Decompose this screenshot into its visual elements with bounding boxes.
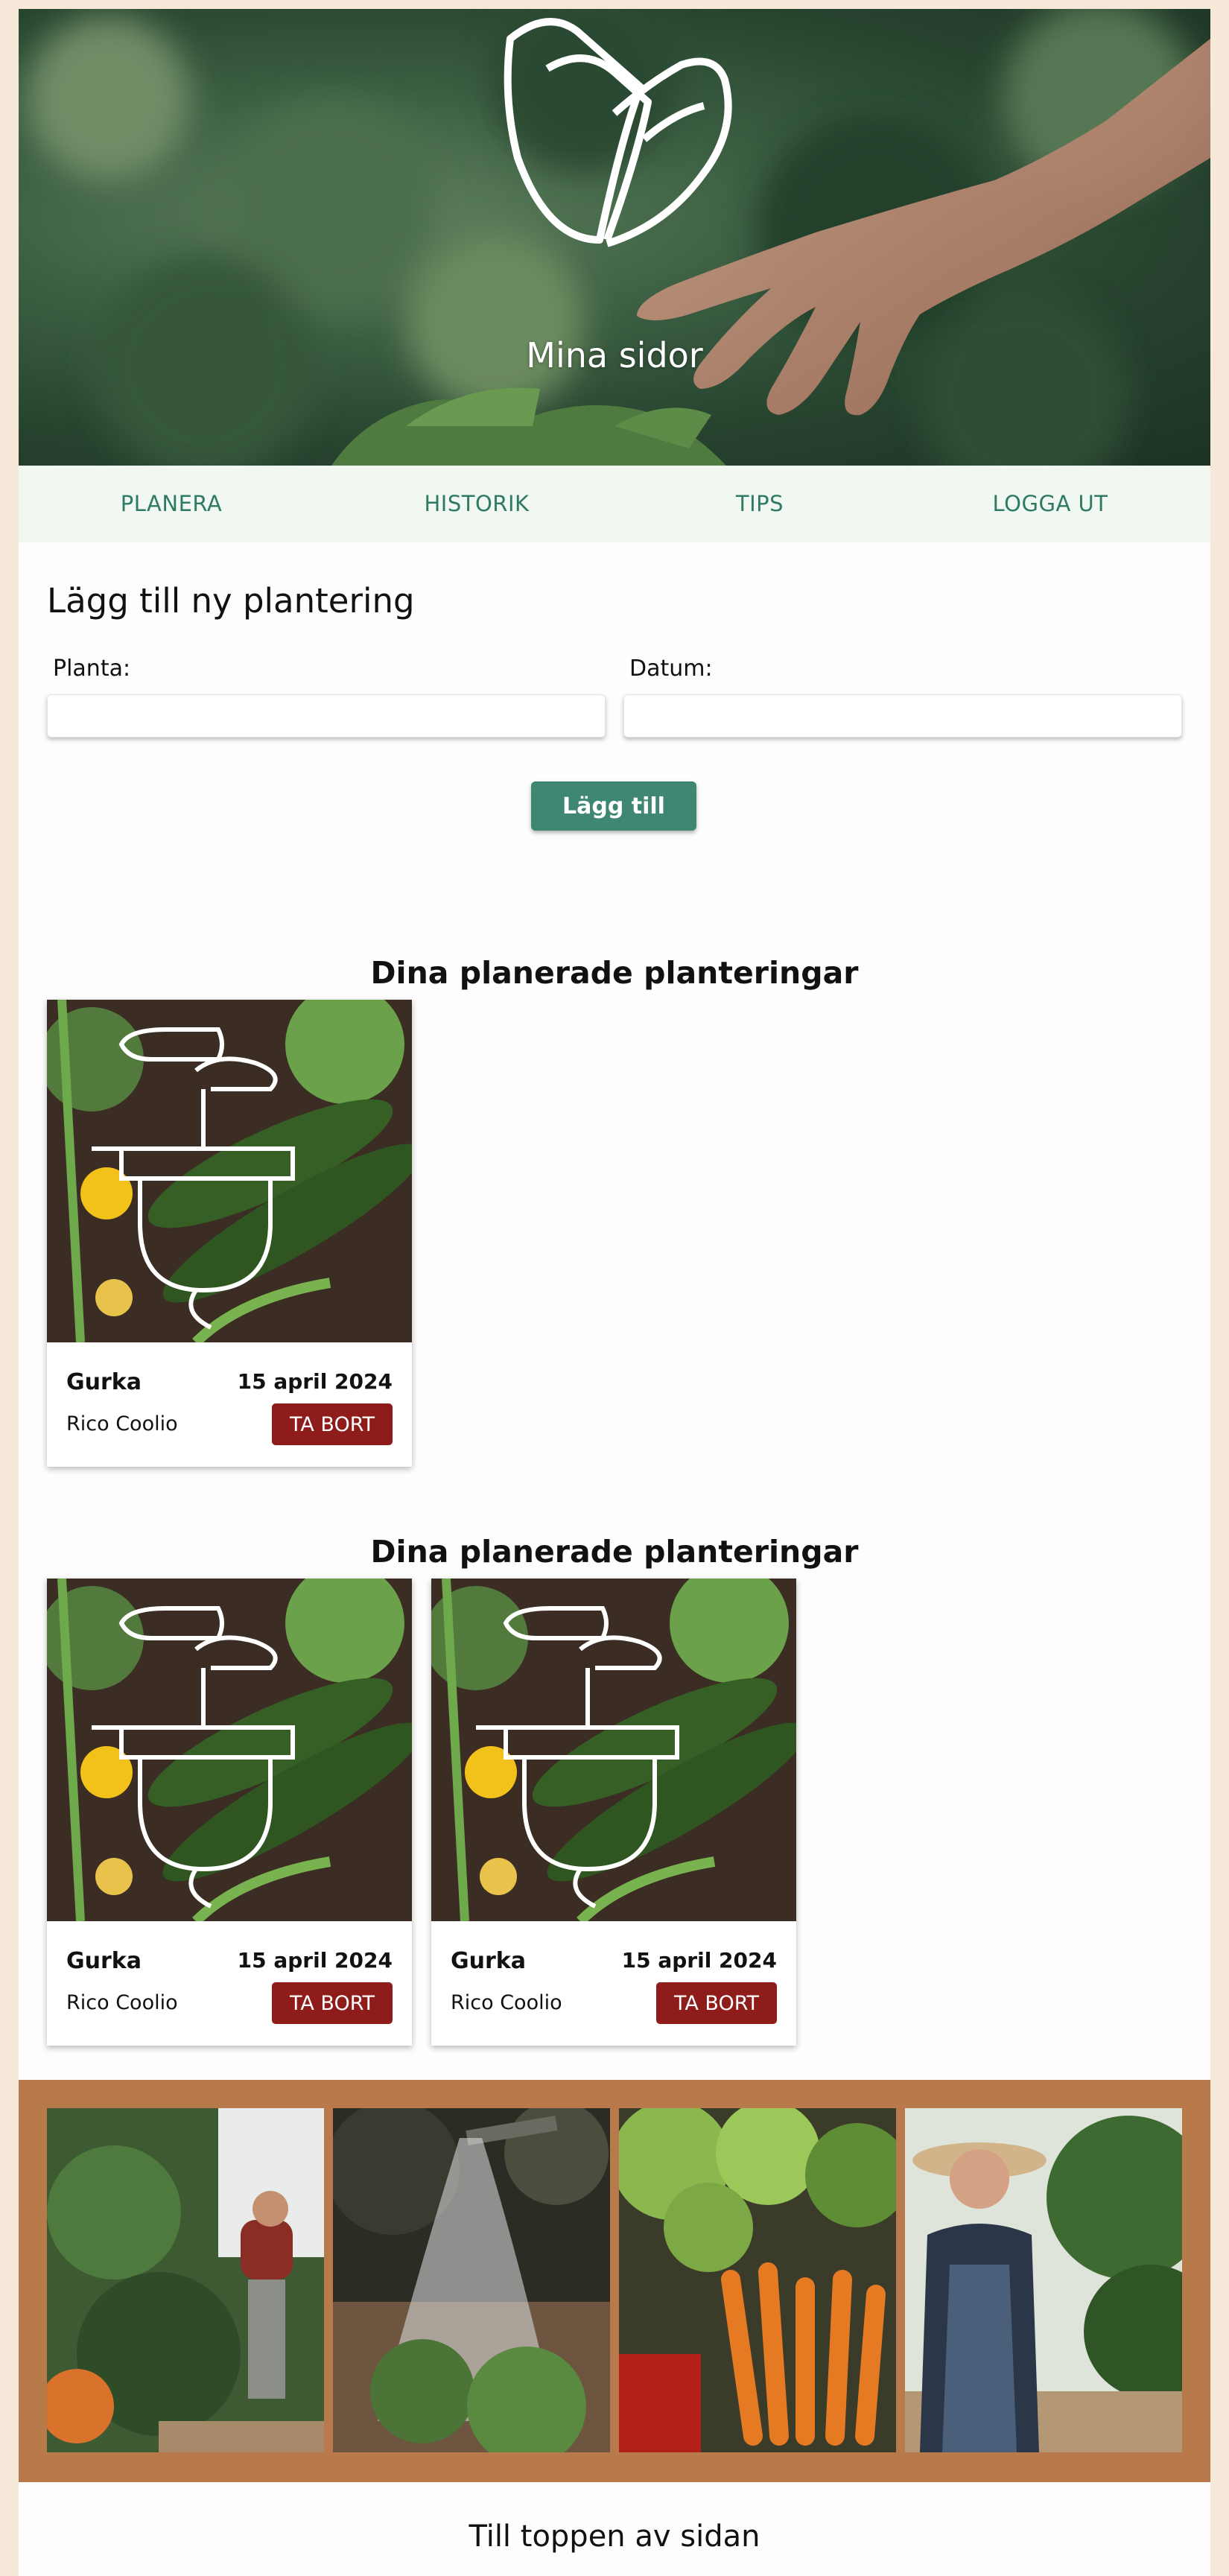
nav-item-logga-ut[interactable]: LOGGA UT (890, 466, 1210, 542)
gallery-photo-vegetables (619, 2108, 896, 2452)
nav-item-planera[interactable]: PLANERA (19, 466, 324, 542)
remove-button[interactable]: TA BORT (272, 1982, 393, 2024)
plant-input[interactable] (47, 694, 606, 737)
cucumber-photo (47, 1000, 412, 1342)
plant-owner: Rico Coolio (451, 1991, 562, 2014)
planting-card: Gurka 15 april 2024 Rico Coolio TA BORT (47, 1000, 412, 1467)
cucumber-photo (431, 1579, 796, 1921)
cucumber-photo (47, 1579, 412, 1921)
gallery-photo-farmer-peppers (47, 2108, 324, 2452)
plant-owner: Rico Coolio (66, 1991, 178, 2014)
plant-owner: Rico Coolio (66, 1412, 178, 1435)
gallery-photo-watering (333, 2108, 610, 2452)
date-input[interactable] (623, 694, 1182, 737)
planned-plantings-heading: Dina planerade planteringar (370, 1534, 859, 1570)
gallery-photo-woman-farmer (905, 2108, 1182, 2452)
plant-label: Planta: (53, 656, 131, 682)
leaf-logo-icon (504, 18, 732, 247)
plant-date: 15 april 2024 (237, 1948, 393, 1973)
add-planting-button[interactable]: Lägg till (531, 781, 696, 831)
page-title: Mina sidor (526, 335, 703, 375)
remove-button[interactable]: TA BORT (656, 1982, 777, 2024)
plant-date: 15 april 2024 (237, 1369, 393, 1394)
hero-banner: Mina sidor (19, 9, 1210, 466)
photo-gallery (19, 2080, 1210, 2482)
main-nav: PLANERA HISTORIK TIPS LOGGA UT (19, 466, 1210, 542)
add-planting-heading: Lägg till ny plantering (47, 581, 415, 621)
remove-button[interactable]: TA BORT (272, 1403, 393, 1445)
nav-item-historik[interactable]: HISTORIK (324, 466, 629, 542)
date-label: Datum: (629, 656, 713, 682)
plant-name: Gurka (66, 1369, 142, 1395)
page: Mina sidor PLANERA HISTORIK TIPS LOGGA U… (19, 9, 1210, 2576)
nav-item-tips[interactable]: TIPS (629, 466, 890, 542)
planting-card: Gurka 15 april 2024 Rico Coolio TA BORT (47, 1579, 412, 2046)
plant-name: Gurka (451, 1948, 526, 1974)
planned-plantings-heading: Dina planerade planteringar (370, 955, 859, 991)
plant-name: Gurka (66, 1948, 142, 1974)
back-to-top-link[interactable]: Till toppen av sidan (19, 2519, 1210, 2554)
planting-card: Gurka 15 april 2024 Rico Coolio TA BORT (431, 1579, 796, 2046)
plant-date: 15 april 2024 (621, 1948, 777, 1973)
